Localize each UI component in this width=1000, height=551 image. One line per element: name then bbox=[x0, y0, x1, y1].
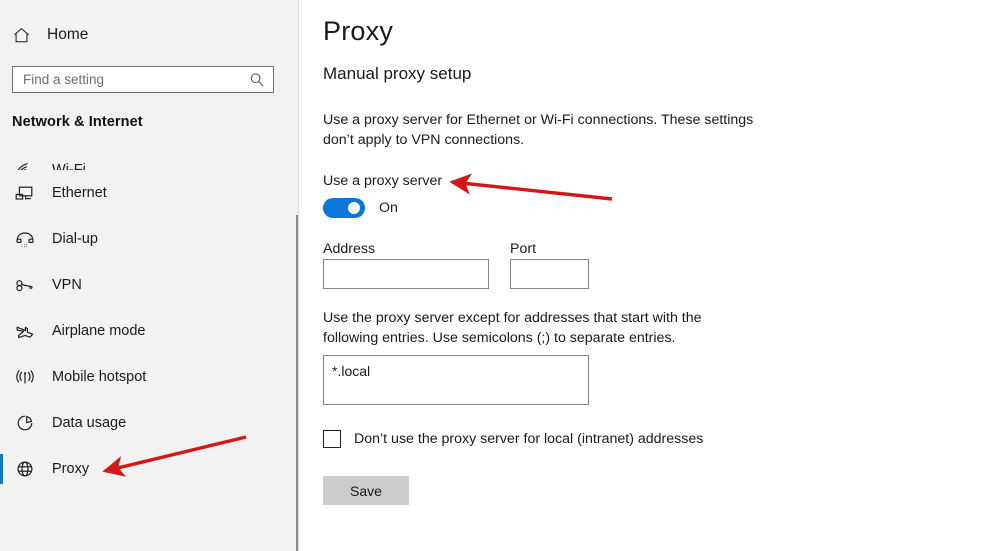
settings-window: Home Network & Internet bbox=[0, 0, 1000, 551]
sidebar-item-wi-fi[interactable]: Wi-Fi bbox=[0, 140, 299, 170]
vpn-key-icon bbox=[14, 275, 36, 295]
use-a-proxy-server-label: Use a proxy server bbox=[323, 173, 443, 189]
sidebar-nav: Wi-Fi Ethernet Dial-up VPN Airplane mode… bbox=[0, 140, 299, 492]
sidebar-item-label: Wi-Fi bbox=[52, 162, 86, 170]
sidebar-section-title: Network & Internet bbox=[12, 114, 143, 130]
use-a-proxy-server-toggle[interactable] bbox=[323, 198, 365, 218]
toggle-state-label: On bbox=[379, 200, 398, 216]
airplane-icon bbox=[14, 321, 36, 341]
search-box[interactable] bbox=[12, 66, 274, 93]
selection-accent-bar bbox=[0, 316, 3, 346]
sidebar-item-mobile-hotspot[interactable]: Mobile hotspot bbox=[0, 354, 299, 400]
hotspot-icon bbox=[14, 367, 36, 387]
selection-accent-bar bbox=[0, 148, 3, 162]
sidebar-item-label: Mobile hotspot bbox=[52, 369, 147, 385]
toggle-knob bbox=[348, 202, 360, 214]
search-input[interactable] bbox=[13, 67, 248, 92]
sidebar-item-proxy[interactable]: Proxy bbox=[0, 446, 299, 492]
home-icon bbox=[12, 26, 31, 45]
sidebar-item-label: Ethernet bbox=[52, 185, 107, 201]
selection-accent-bar bbox=[0, 178, 3, 208]
sidebar-home-label: Home bbox=[47, 26, 89, 44]
sidebar-item-label: Airplane mode bbox=[52, 323, 146, 339]
selection-accent-bar bbox=[0, 408, 3, 438]
bypass-local-checkbox[interactable] bbox=[323, 430, 341, 448]
selection-accent-bar bbox=[0, 454, 3, 484]
ethernet-icon bbox=[14, 183, 36, 203]
sidebar-item-home[interactable]: Home bbox=[12, 20, 88, 50]
dialup-phone-icon bbox=[14, 229, 36, 249]
sidebar-item-vpn[interactable]: VPN bbox=[0, 262, 299, 308]
proxy-description: Use a proxy server for Ethernet or Wi-Fi… bbox=[323, 112, 754, 148]
sidebar-item-airplane-mode[interactable]: Airplane mode bbox=[0, 308, 299, 354]
wifi-icon bbox=[14, 158, 36, 170]
port-input[interactable] bbox=[510, 259, 589, 289]
bypass-local-row: Don’t use the proxy server for local (in… bbox=[323, 430, 703, 448]
settings-content-pane: Proxy Manual proxy setup Use a proxy ser… bbox=[299, 0, 1000, 551]
exception-description: Use the proxy server except for addresse… bbox=[323, 310, 702, 346]
sidebar-item-label: Data usage bbox=[52, 415, 127, 431]
address-input[interactable] bbox=[323, 259, 489, 289]
port-label: Port bbox=[510, 241, 537, 257]
settings-sidebar: Home Network & Internet bbox=[0, 0, 299, 551]
sidebar-item-data-usage[interactable]: Data usage bbox=[0, 400, 299, 446]
pie-chart-icon bbox=[14, 413, 36, 433]
selection-accent-bar bbox=[0, 362, 3, 392]
globe-icon bbox=[14, 459, 36, 479]
use-a-proxy-server-toggle-row: On bbox=[323, 198, 398, 218]
page-title: Proxy bbox=[323, 16, 394, 46]
search-icon[interactable] bbox=[248, 71, 266, 89]
proxy-exceptions-textarea[interactable]: *.local bbox=[323, 355, 589, 405]
sidebar-item-label: VPN bbox=[52, 277, 82, 293]
sidebar-item-dial-up[interactable]: Dial-up bbox=[0, 216, 299, 262]
sidebar-item-label: Dial-up bbox=[52, 231, 98, 247]
sidebar-item-label: Proxy bbox=[52, 461, 90, 477]
section-subheading: Manual proxy setup bbox=[323, 64, 472, 83]
selection-accent-bar bbox=[0, 270, 3, 300]
sidebar-item-ethernet[interactable]: Ethernet bbox=[0, 170, 299, 216]
save-button[interactable]: Save bbox=[323, 476, 409, 505]
bypass-local-label: Don’t use the proxy server for local (in… bbox=[354, 431, 704, 447]
selection-accent-bar bbox=[0, 224, 3, 254]
address-label: Address bbox=[323, 241, 376, 257]
